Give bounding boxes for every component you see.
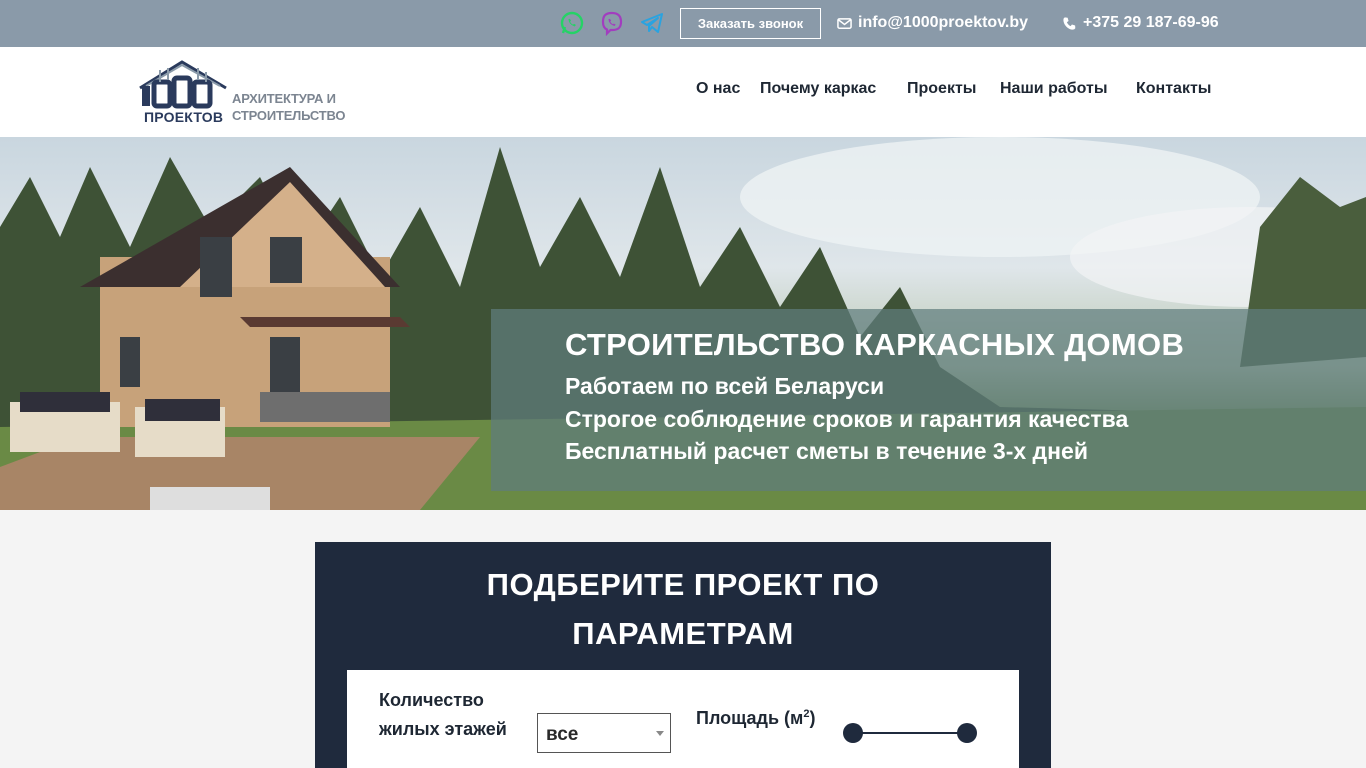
slider-track (853, 732, 967, 734)
telegram-icon[interactable] (639, 10, 665, 36)
floors-select[interactable]: все (537, 713, 671, 753)
logo-tagline: АРХИТЕКТУРА И СТРОИТЕЛЬСТВО (232, 90, 345, 124)
hero-benefit-2: Строгое соблюдение сроков и гарантия кач… (565, 406, 1129, 432)
whatsapp-icon[interactable] (559, 10, 585, 36)
logo-subtitle: ПРОЕКТОВ (144, 109, 224, 125)
floors-label: Количество жилых этажей (379, 690, 507, 739)
area-range-slider[interactable] (843, 722, 977, 744)
hero-benefit-3: Бесплатный расчет сметы в течение 3-х дн… (565, 438, 1088, 464)
order-call-button[interactable]: Заказать звонок (680, 8, 821, 39)
floors-selected-value: все (546, 724, 579, 745)
logo-tagline-line-2: СТРОИТЕЛЬСТВО (232, 108, 346, 123)
area-label-text: Площадь (м (696, 708, 804, 728)
site-logo[interactable]: ПРОЕКТОВ АРХИТЕКТУРА И СТРОИТЕЛЬСТВО (138, 60, 348, 126)
area-label: Площадь (м2) (696, 700, 815, 733)
nav-item-why-frame[interactable]: Почему каркас (760, 80, 876, 98)
nav-item-projects[interactable]: Проекты (907, 80, 976, 98)
nav-item-about[interactable]: О нас (696, 80, 740, 98)
hero-title: СТРОИТЕЛЬСТВО КАРКАСНЫХ ДОМОВ (565, 327, 1185, 362)
filter-form: Количество жилых этажей все Площадь (м2) (347, 670, 1019, 768)
email-link[interactable]: info@1000proektov.by (837, 12, 1028, 34)
email-text: info@1000proektov.by (858, 14, 1029, 31)
filter-title-line-2: ПАРАМЕТРАМ (572, 616, 794, 651)
envelope-icon (837, 17, 852, 29)
slider-handle-min[interactable] (843, 723, 863, 743)
hero-text-panel: СТРОИТЕЛЬСТВО КАРКАСНЫХ ДОМОВ Работаем п… (491, 309, 1366, 491)
phone-icon (1063, 16, 1076, 30)
nav-item-contacts[interactable]: Контакты (1136, 80, 1211, 98)
viber-icon[interactable] (599, 10, 625, 36)
phone-text: +375 29 187-69-96 (1083, 14, 1219, 31)
filter-title: ПОДБЕРИТЕ ПРОЕКТ ПО ПАРАМЕТРАМ (315, 560, 1051, 658)
top-contact-bar: Заказать звонок info@1000proektov.by +37… (0, 0, 1366, 47)
phone-link[interactable]: +375 29 187-69-96 (1062, 12, 1219, 34)
project-filter-panel: ПОДБЕРИТЕ ПРОЕКТ ПО ПАРАМЕТРАМ Количеств… (315, 542, 1051, 768)
slider-handle-max[interactable] (957, 723, 977, 743)
area-label-close: ) (809, 708, 816, 728)
hero-banner: СТРОИТЕЛЬСТВО КАРКАСНЫХ ДОМОВ Работаем п… (0, 137, 1366, 510)
logo-tagline-line-1: АРХИТЕКТУРА И (232, 91, 336, 106)
chevron-down-icon (656, 731, 664, 736)
filter-title-line-1: ПОДБЕРИТЕ ПРОЕКТ ПО (486, 567, 880, 602)
hero-benefit-1: Работаем по всей Беларуси (565, 373, 885, 399)
site-header: ПРОЕКТОВ АРХИТЕКТУРА И СТРОИТЕЛЬСТВО О н… (0, 47, 1366, 137)
nav-item-our-works[interactable]: Наши работы (1000, 80, 1108, 98)
